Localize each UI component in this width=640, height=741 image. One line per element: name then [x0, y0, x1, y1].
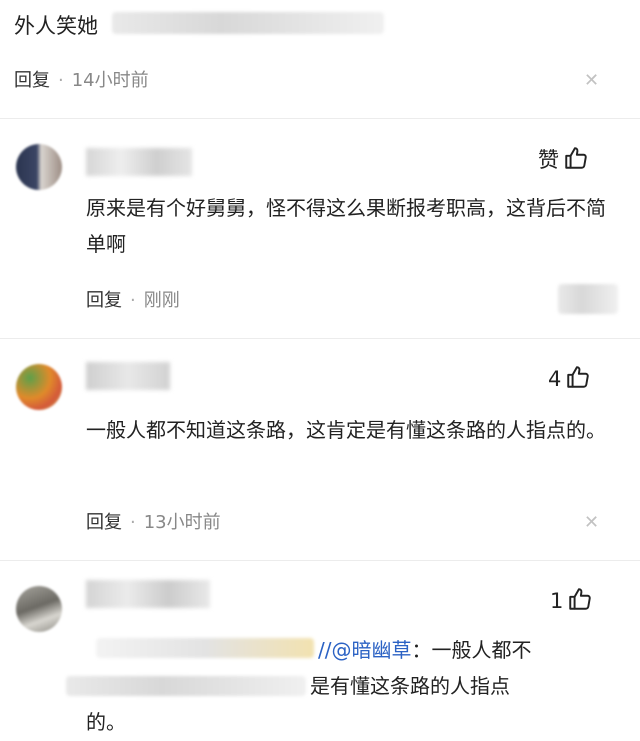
like-count: 1 [550, 589, 564, 613]
avatar[interactable] [16, 586, 62, 632]
quote-line-1: //@暗幽草：一般人都不 [318, 638, 532, 662]
top-comment-text: 外人笑她 [14, 10, 98, 40]
quote-line-2: 是有懂这条路的人指点 [310, 674, 510, 698]
like-button[interactable]: 1 [550, 586, 593, 613]
mention-link[interactable]: //@暗幽草 [318, 638, 411, 662]
username-redacted[interactable] [86, 148, 192, 176]
timestamp: 刚刚 [143, 290, 180, 311]
thumbs-up-icon [567, 366, 590, 388]
comment-meta: 回复 · 13小时前 [86, 512, 221, 533]
top-comment-meta: 回复 · 14小时前 [14, 70, 149, 91]
comment-meta: 回复 · 刚刚 [86, 290, 180, 311]
divider [0, 560, 640, 561]
timestamp: 14小时前 [71, 70, 149, 91]
avatar[interactable] [16, 144, 62, 190]
comment-text: 原来是有个好舅舅，怪不得这么果断报考职高，这背后不简单啊 [86, 196, 606, 256]
like-label: 赞 [538, 148, 559, 172]
redacted-area [558, 284, 618, 314]
reply-button[interactable]: 回复 [86, 290, 122, 311]
thumbs-up-icon [565, 147, 587, 169]
reply-button[interactable]: 回复 [14, 70, 50, 91]
divider [0, 338, 640, 339]
redacted-text [66, 676, 306, 696]
username-redacted[interactable] [86, 580, 210, 608]
redacted-text [112, 12, 384, 34]
like-button[interactable]: 赞 [538, 144, 589, 174]
like-button[interactable]: 4 [548, 364, 591, 391]
reply-button[interactable]: 回复 [86, 512, 122, 533]
close-icon[interactable]: ✕ [584, 70, 599, 91]
redacted-text [96, 638, 314, 658]
timestamp: 13小时前 [143, 512, 221, 533]
username-redacted[interactable] [86, 362, 170, 390]
divider [0, 118, 640, 119]
thumbs-up-icon [569, 588, 592, 610]
top-comment-partial: 外人笑她 [14, 14, 98, 38]
close-icon[interactable]: ✕ [584, 512, 599, 533]
like-count: 4 [548, 367, 562, 391]
quote-line-3: 的。 [86, 710, 126, 734]
avatar[interactable] [16, 364, 62, 410]
comment-text: 一般人都不知道这条路，这肯定是有懂这条路的人指点的。 [86, 418, 606, 442]
